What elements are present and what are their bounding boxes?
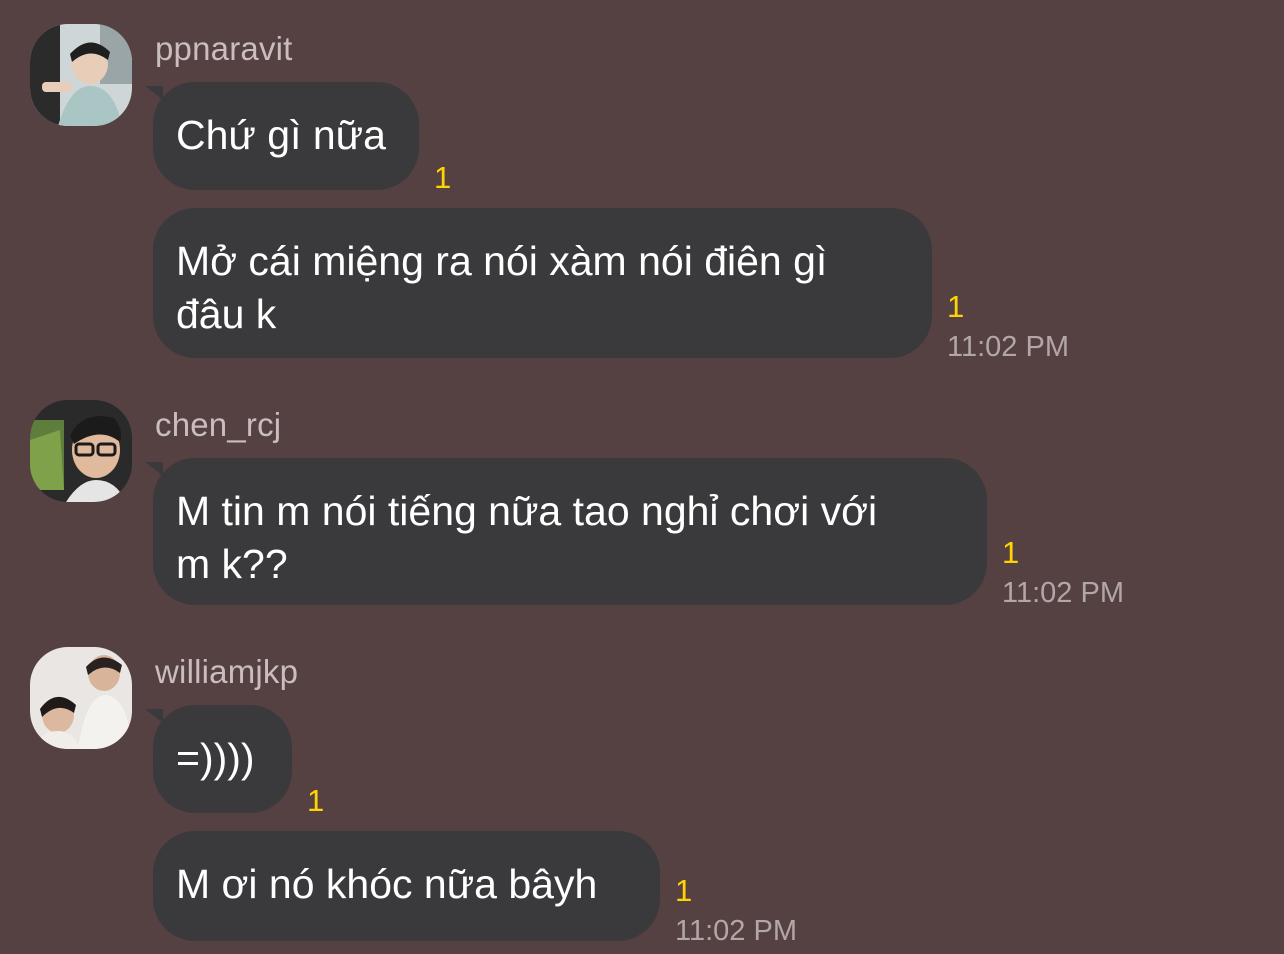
message-bubble[interactable]: M ơi nó khóc nữa bâyh (153, 831, 660, 941)
avatar-williamjkp[interactable] (30, 647, 132, 749)
chat-room: ppnaravit Chứ gì nữa 1 Mở cái miệng ra n… (0, 0, 1284, 954)
message-bubble[interactable]: Chứ gì nữa (153, 82, 419, 190)
unread-count: 1 (947, 289, 965, 324)
avatar-chen-rcj[interactable] (30, 400, 132, 502)
timestamp: 11:02 PM (947, 331, 1069, 363)
unread-count: 1 (434, 160, 452, 195)
unread-count: 1 (1002, 535, 1020, 570)
sender-name: williamjkp (155, 653, 299, 690)
message-bubble[interactable]: =)))) (153, 705, 292, 813)
timestamp: 11:02 PM (1002, 577, 1124, 609)
unread-count: 1 (675, 873, 693, 908)
bubble-tail (145, 462, 163, 476)
sender-name: ppnaravit (155, 30, 293, 67)
unread-count: 1 (307, 783, 325, 818)
avatar-ppnaravit[interactable] (30, 24, 132, 126)
message-bubble[interactable]: Mở cái miệng ra nói xàm nói điên gì đâu … (153, 208, 932, 358)
sender-name: chen_rcj (155, 406, 282, 443)
bubble-tail (145, 86, 163, 100)
bubble-tail (145, 709, 163, 723)
timestamp: 11:02 PM (675, 915, 797, 947)
message-bubble[interactable]: M tin m nói tiếng nữa tao nghỉ chơi với … (153, 458, 987, 605)
